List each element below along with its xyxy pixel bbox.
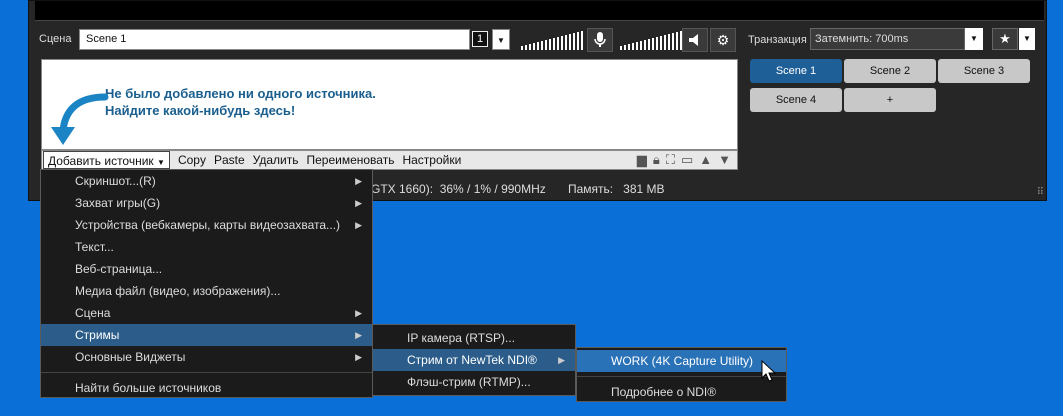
streams-submenu: IP камера (RTSP)... Стрим от NewTek NDI®… (372, 324, 576, 396)
scene-row: Сцена Scene 1 1 ▼ ⚙ (29, 28, 741, 52)
menu-item-label: Стримы (75, 328, 120, 342)
menu-item-label: Подробнее о NDI® (611, 385, 717, 399)
add-source-menu: Скриншот...(R) ▶ Захват игры(G) ▶ Устройст… (40, 169, 373, 398)
chevron-right-icon: ▶ (355, 198, 362, 208)
rename-button[interactable]: Переименовать (306, 153, 394, 167)
gpu-values: 36% / 1% / 990MHz (439, 182, 546, 196)
chevron-right-icon: ▶ (355, 308, 362, 318)
menu-item-screenshot[interactable]: Скриншот...(R) ▶ (41, 170, 372, 192)
transition-dropdown-arrow[interactable]: ▼ (965, 28, 983, 50)
chevron-right-icon: ▶ (355, 352, 362, 362)
menu-item-ndi-stream[interactable]: Стрим от NewTek NDI® ▶ (373, 349, 575, 371)
menu-item-label: Скриншот...(R) (75, 174, 156, 188)
memory-value: 381 MB (623, 182, 665, 196)
speaker-volume-meter[interactable] (620, 30, 682, 50)
menu-item-label: Устройства (вебкамеры, карты видеозахват… (75, 218, 341, 232)
menu-item-label: Сцена (75, 306, 111, 320)
gear-icon[interactable]: ⚙ (710, 28, 736, 52)
no-sources-message: Не было добавлено ни одного источника. Н… (105, 85, 376, 119)
ndi-submenu: WORK (4K Capture Utility) Подробнее о ND… (576, 347, 787, 402)
menu-item-label: Флэш-стрим (RTMP)... (407, 375, 531, 389)
no-sources-line2: Найдите какой-нибудь здесь! (105, 103, 296, 118)
menu-item-label: IP камера (RTSP)... (407, 331, 516, 345)
memory-status: Память: 381 MB (568, 182, 665, 196)
menu-item-label: Найти больше источников (75, 381, 222, 395)
gpu-label: GTX 1660): (371, 182, 434, 196)
add-source-label: Добавить источник (48, 154, 154, 168)
scene-button-2[interactable]: Scene 2 (844, 59, 936, 83)
add-transition-star-icon[interactable]: ★ (992, 28, 1018, 50)
menu-item-flash-stream[interactable]: Флэш-стрим (RTMP)... (373, 371, 575, 393)
transition-label: Транзакция (748, 34, 807, 46)
scene-index: 1 (472, 31, 488, 47)
memory-label: Память: (568, 182, 614, 196)
menu-item-label: Веб-страница... (75, 262, 163, 276)
menu-separator (577, 376, 786, 377)
delete-button[interactable]: Удалить (253, 153, 299, 167)
chevron-right-icon: ▶ (355, 220, 362, 230)
menu-item-streams[interactable]: Стримы ▶ (41, 324, 372, 346)
menu-item-label: Основные Виджеты (75, 350, 186, 364)
mic-volume-meter[interactable] (521, 30, 583, 50)
copy-button[interactable]: Copy (178, 153, 206, 167)
chevron-right-icon: ▶ (558, 355, 565, 365)
menu-item-scene[interactable]: Сцена ▶ (41, 302, 372, 324)
move-up-icon[interactable]: ▲ (699, 152, 712, 168)
menu-item-text[interactable]: Текст... (41, 236, 372, 258)
scene-button-3[interactable]: Scene 3 (938, 59, 1030, 83)
speaker-icon[interactable] (682, 28, 708, 52)
menu-item-label: Текст... (75, 240, 114, 254)
scene-select[interactable]: Scene 1 (79, 29, 470, 50)
resize-grip-icon[interactable]: ⠿ (1037, 187, 1044, 198)
settings-button[interactable]: Настройки (402, 153, 461, 167)
menu-item-label: Стрим от NewTek NDI® (407, 353, 537, 367)
menu-item-label: WORK (4K Capture Utility) (611, 354, 754, 368)
menu-item-ndi-about[interactable]: Подробнее о NDI® (577, 381, 786, 403)
gpu-status: GTX 1660): 36% / 1% / 990MHz (371, 182, 546, 196)
microphone-icon[interactable] (587, 28, 613, 52)
lock-icon[interactable]: 🔒︎ (653, 152, 660, 168)
menu-item-game-capture[interactable]: Захват игры(G) ▶ (41, 192, 372, 214)
chevron-down-icon: ▼ (157, 158, 165, 167)
folder-icon[interactable]: ▆ (637, 152, 647, 168)
preview-area[interactable] (35, 1, 1044, 21)
scene-button-1[interactable]: Scene 1 (750, 59, 842, 83)
chevron-right-icon: ▶ (355, 176, 362, 186)
menu-item-devices[interactable]: Устройства (вебкамеры, карты видеозахват… (41, 214, 372, 236)
window-icon[interactable]: ▭ (681, 152, 693, 168)
menu-item-media-file[interactable]: Медиа файл (видео, изображения)... (41, 280, 372, 302)
menu-item-ndi-source[interactable]: WORK (4K Capture Utility) (577, 350, 786, 372)
transition-select[interactable]: Затемнить: 700ms (810, 28, 965, 50)
paste-button[interactable]: Paste (214, 153, 245, 167)
sources-toolbar: Добавить источник ▼ Copy Paste Удалить П… (41, 150, 738, 170)
curved-arrow-icon (51, 93, 109, 145)
menu-item-ip-camera[interactable]: IP камера (RTSP)... (373, 327, 575, 349)
add-source-button[interactable]: Добавить источник ▼ (43, 151, 170, 169)
menu-item-find-more[interactable]: Найти больше источников (41, 377, 372, 399)
no-sources-line1: Не было добавлено ни одного источника. (105, 86, 376, 101)
move-down-icon[interactable]: ▼ (718, 152, 731, 168)
scene-button-4[interactable]: Scene 4 (750, 88, 842, 112)
menu-item-widgets[interactable]: Основные Виджеты ▶ (41, 346, 372, 368)
menu-item-label: Медиа файл (видео, изображения)... (75, 284, 281, 298)
scene-label: Сцена (39, 33, 72, 45)
menu-item-label: Захват игры(G) (75, 196, 161, 210)
menu-item-webpage[interactable]: Веб-страница... (41, 258, 372, 280)
menu-separator (41, 372, 372, 373)
star-dropdown-arrow[interactable]: ▼ (1019, 28, 1035, 50)
mouse-cursor-icon (761, 360, 777, 382)
add-scene-button[interactable]: + (844, 88, 936, 112)
fit-icon[interactable]: ⛶ (666, 152, 675, 168)
chevron-right-icon: ▶ (355, 330, 362, 340)
scene-dropdown-arrow[interactable]: ▼ (492, 29, 510, 50)
